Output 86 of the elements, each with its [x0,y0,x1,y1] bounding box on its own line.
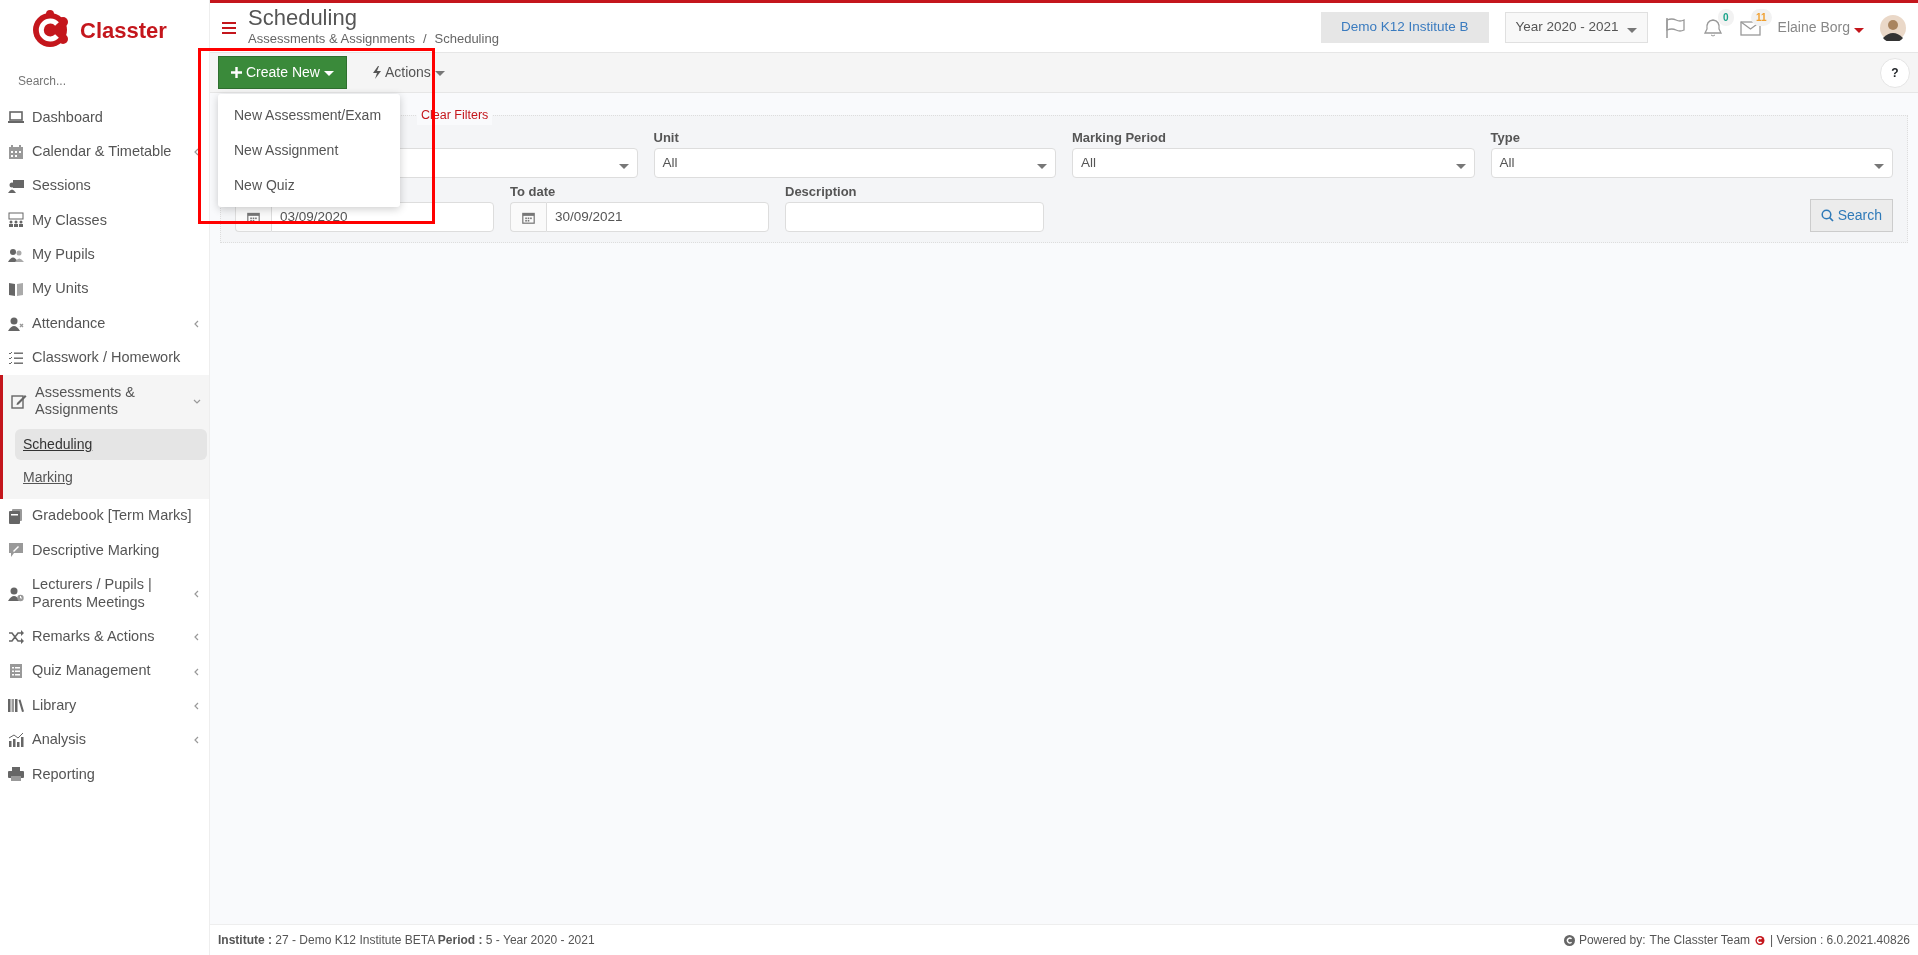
sidebar-item[interactable]: Remarks & Actions [0,619,209,654]
help-button[interactable]: ? [1880,57,1910,88]
search-icon [1820,209,1834,222]
chevron-left-icon [193,320,201,328]
calendar-icon [522,210,535,224]
sidebar-item[interactable]: My Classes [0,203,209,238]
institute-button[interactable]: Demo K12 Institute B [1320,12,1489,43]
create-new-button[interactable]: Create New [218,56,347,89]
flag-icon [1663,16,1686,39]
sidebar-item[interactable]: My Pupils [0,237,209,272]
plus-icon [231,67,242,78]
menu-icon[interactable] [222,21,236,34]
sidebar-item[interactable]: Analysis [0,722,209,758]
sidebar-item[interactable]: Classwork / Homework [0,340,209,376]
field-label: Unit [653,129,680,146]
document-list-icon [8,663,24,680]
sidebar-item[interactable]: Attendance [0,306,209,341]
institute-info: Institute : 27 - Demo K12 Institute BETA Period : 5 - Year 2020 - 2021 [218,932,595,949]
user-x-icon [8,315,24,332]
logo-icon [1754,934,1767,948]
menu-item[interactable]: New Assessment/Exam [218,98,400,133]
menu-item[interactable]: New Assignment [218,133,400,168]
field-label: Marking Period [1072,129,1167,146]
select-field[interactable]: All [1490,148,1893,178]
chevron-left-icon [193,736,201,745]
shuffle-icon [8,628,24,645]
select-field[interactable]: All [653,148,1056,178]
sidebar-item[interactable]: Descriptive Marking [0,533,209,568]
search-button[interactable]: Search [1809,199,1893,232]
user-clock-icon [8,585,24,602]
version-text: | Version : 6.0.2021.40826 [1770,932,1910,949]
breadcrumb-item: Scheduling [434,29,499,48]
users-icon [8,246,24,263]
laptop-icon [8,109,24,126]
breadcrumb-separator: / [422,29,427,48]
submenu-item[interactable]: Scheduling [15,428,207,460]
team-link[interactable]: The Classter Team [1649,931,1751,949]
chevron-left-icon [193,633,201,642]
checklist-icon [8,349,24,366]
sidebar-item[interactable]: Dashboard [0,100,209,135]
copyright-icon [1563,934,1575,946]
sidebar-item[interactable]: Library [0,688,209,723]
calendar-icon [247,210,260,224]
submenu-item[interactable]: Marking [15,461,207,493]
date-field[interactable]: 30/09/2021 [546,202,769,232]
calendar-icon [8,143,24,160]
field-label: Type [1490,129,1521,146]
presentation-icon [8,177,24,194]
sidebar-item[interactable]: Sessions [0,168,209,204]
bell-icon [1701,18,1724,39]
menu-item[interactable]: New Quiz [218,168,400,203]
powered-by-text: Powered by: [1578,932,1646,949]
chevron-left-icon [193,148,201,157]
user-menu[interactable]: Elaine Borg [1777,17,1864,38]
chevron-left-icon [193,701,201,710]
sidebar-item[interactable]: Reporting [0,757,209,792]
notebook-icon [8,508,24,525]
avatar-icon[interactable] [1880,14,1906,41]
sidebar-item[interactable]: Quiz Management [0,653,209,689]
sidebar-item[interactable]: My Units [0,271,209,307]
brand-name: Classter [80,16,167,45]
sidebar-item[interactable]: Gradebook [Term Marks] [0,498,209,534]
classroom-icon [8,212,24,229]
edit-icon [11,393,27,409]
bookshelf-icon [8,697,24,714]
field-label: To date [510,183,557,200]
book-icon [8,281,24,298]
year-dropdown[interactable]: Year 2020 - 2021 [1504,12,1648,43]
notification-count: 11 [1751,8,1772,26]
printer-icon [8,766,24,783]
sidebar-item[interactable]: Assessments & Assignments [3,375,209,427]
chevron-left-icon [193,590,201,599]
comment-icon [8,542,24,559]
lightning-icon [372,66,381,79]
select-field[interactable]: All [1072,148,1475,178]
page-title: Scheduling [248,6,358,29]
sidebar-item[interactable]: Lecturers / Pupils | Parents Meetings [0,567,209,620]
notification-count: 0 [1718,8,1734,26]
chevron-down-icon [193,397,201,406]
sidebar-item[interactable]: Calendar & Timetable [0,134,209,169]
logo-icon [30,10,70,50]
bar-chart-icon [8,731,24,748]
field-label: Description [785,183,858,200]
actions-button[interactable]: Actions [360,56,457,89]
chevron-left-icon [193,667,201,676]
description-field[interactable] [785,202,1044,232]
